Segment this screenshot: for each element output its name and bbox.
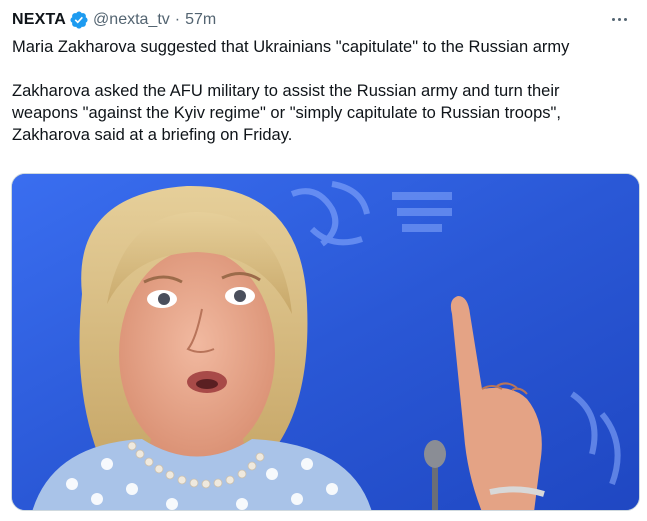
tweet-timestamp[interactable]: 57m (185, 11, 216, 29)
verified-badge-icon (69, 10, 89, 30)
tweet-card[interactable]: NEXTA @nexta_tv · 57m Maria Zakharova su… (0, 0, 647, 521)
tweet-text-line: weapons "against the Kyiv regime" or "si… (12, 104, 561, 122)
author-handle[interactable]: @nexta_tv (93, 11, 170, 29)
tweet-text: Maria Zakharova suggested that Ukrainian… (12, 36, 642, 146)
photo-illustration (12, 174, 639, 510)
tweet-text-line: Maria Zakharova suggested that Ukrainian… (12, 38, 570, 56)
tweet-photo[interactable] (11, 173, 640, 511)
author-display-name[interactable]: NEXTA (12, 11, 66, 29)
tweet-header: NEXTA @nexta_tv · 57m (12, 8, 216, 32)
tweet-text-line: Zakharova asked the AFU military to assi… (12, 82, 560, 100)
tweet-text-line: Zakharova said at a briefing on Friday. (12, 126, 293, 144)
more-options-icon[interactable] (605, 8, 633, 30)
separator-dot: · (174, 11, 181, 28)
